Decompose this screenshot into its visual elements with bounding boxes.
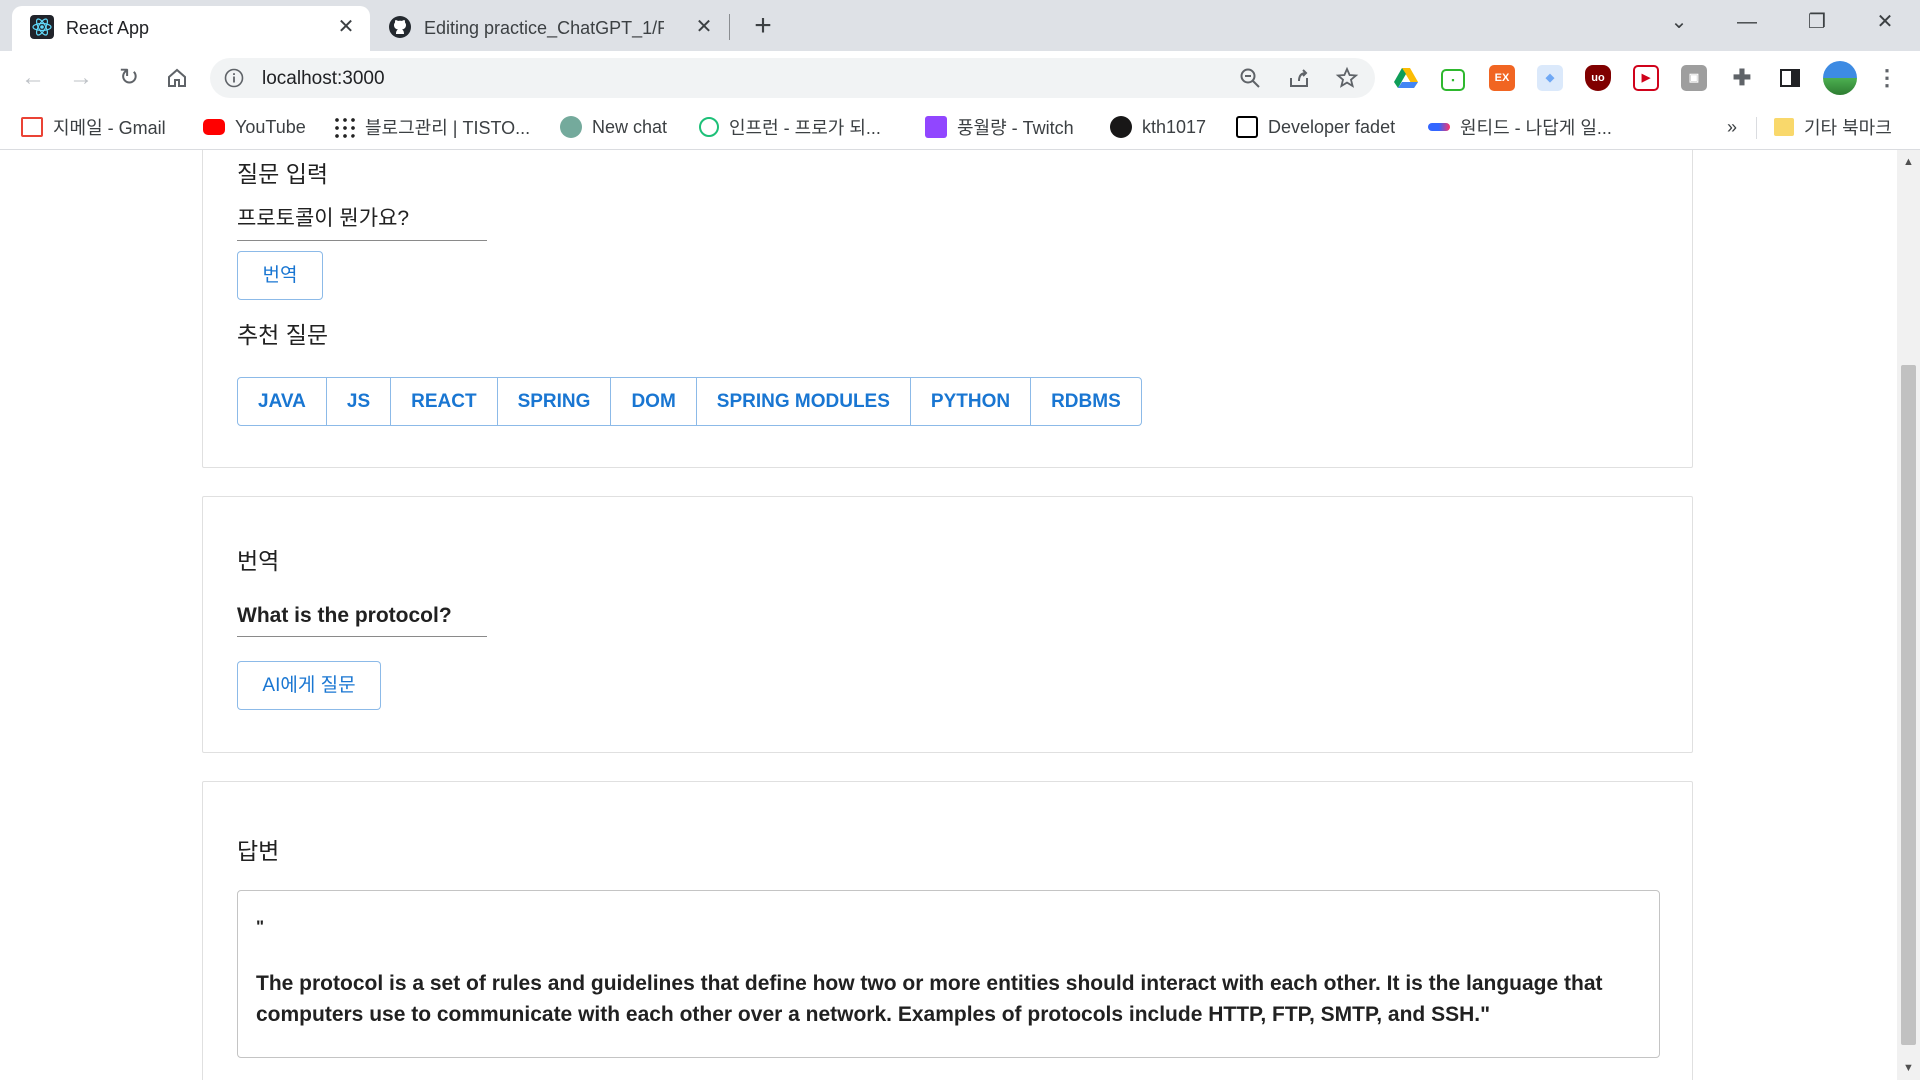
- address-bar[interactable]: localhost:3000: [210, 58, 1375, 98]
- minimize-button[interactable]: —: [1722, 6, 1772, 38]
- tab-search-icon[interactable]: ⌄: [1654, 6, 1704, 38]
- folder-icon: [1774, 118, 1794, 136]
- recommend-spring-button[interactable]: SPRING: [498, 378, 612, 425]
- tab-title: React App: [66, 18, 150, 38]
- translation-output[interactable]: What is the protocol?: [237, 604, 487, 637]
- bookmarks-divider: [1756, 117, 1757, 139]
- bookmarks-overflow-button[interactable]: »: [1727, 113, 1737, 141]
- tab-github-editing[interactable]: Editing practice_ChatGPT_1/READM ✕: [376, 6, 728, 51]
- tab-close-icon[interactable]: ✕: [692, 15, 716, 39]
- bookmark-new-chat[interactable]: New chat: [560, 113, 667, 141]
- recommend-python-button[interactable]: PYTHON: [911, 378, 1032, 425]
- home-button[interactable]: [160, 61, 194, 95]
- answer-text: The protocol is a set of rules and guide…: [256, 972, 1603, 1026]
- bookmark-twitch[interactable]: 풍월량 - Twitch: [925, 113, 1074, 141]
- close-window-button[interactable]: ✕: [1860, 6, 1910, 38]
- bookmark-inflearn[interactable]: 인프런 - 프로가 되...: [699, 113, 881, 141]
- twitch-icon: [925, 116, 947, 138]
- shield-extension-icon[interactable]: ◆: [1537, 65, 1563, 91]
- extension-red-play-icon[interactable]: ▶: [1633, 65, 1659, 91]
- question-input[interactable]: 프로토콜이 뭔가요?: [237, 202, 487, 241]
- bookmark-github[interactable]: kth1017: [1110, 113, 1206, 141]
- profile-avatar[interactable]: [1823, 61, 1857, 95]
- recommend-dom-button[interactable]: DOM: [611, 378, 697, 425]
- answer-output[interactable]: " The protocol is a set of rules and gui…: [237, 890, 1660, 1058]
- github-icon: [389, 16, 411, 38]
- answer-card: 답변 " The protocol is a set of rules and …: [202, 781, 1693, 1080]
- home-icon: [168, 68, 186, 87]
- extension-grey-icon[interactable]: ▣: [1681, 65, 1707, 91]
- recommend-button-group: JAVA JS REACT SPRING DOM SPRING MODULES …: [237, 377, 1142, 426]
- side-panel-icon[interactable]: [1777, 65, 1803, 91]
- tab-strip: React App ✕ Editing practice_ChatGPT_1/R…: [0, 0, 1920, 51]
- recommend-js-button[interactable]: JS: [327, 378, 392, 425]
- bookmarks-bar: 지메일 - Gmail YouTube 블로그관리 | TISTO... New…: [0, 105, 1920, 150]
- recommend-rdbms-button[interactable]: RDBMS: [1031, 378, 1141, 425]
- recommend-react-button[interactable]: REACT: [391, 378, 498, 425]
- restore-button[interactable]: ❐: [1792, 6, 1842, 38]
- ublock-icon[interactable]: uo: [1585, 65, 1611, 91]
- bookmark-tistory[interactable]: 블로그관리 | TISTO...: [333, 113, 530, 141]
- page-viewport: 질문 입력 프로토콜이 뭔가요? 번역 추천 질문 JAVA JS REACT …: [0, 150, 1897, 1080]
- reload-button[interactable]: ↻: [112, 61, 146, 95]
- new-tab-button[interactable]: +: [746, 10, 780, 44]
- answer-quote-mark: ": [256, 917, 265, 936]
- translation-card: 번역 What is the protocol? AI에게 질문: [202, 496, 1693, 753]
- react-icon: [30, 15, 54, 39]
- extension-green-icon[interactable]: ▪: [1441, 69, 1465, 91]
- wanted-icon: [1428, 123, 1450, 131]
- translate-button[interactable]: 번역: [237, 251, 323, 300]
- scroll-thumb[interactable]: [1901, 365, 1916, 1045]
- recommend-label: 추천 질문: [237, 322, 329, 348]
- page-scrollbar[interactable]: ▲ ▼: [1897, 150, 1920, 1080]
- notion-icon: [1236, 116, 1258, 138]
- scroll-up-arrow-icon[interactable]: ▲: [1897, 152, 1920, 172]
- answer-label: 답변: [237, 838, 280, 864]
- ask-ai-button[interactable]: AI에게 질문: [237, 661, 381, 710]
- tistory-icon: [333, 116, 355, 138]
- gmail-icon: [21, 117, 43, 137]
- bookmark-youtube[interactable]: YouTube: [203, 113, 306, 141]
- forward-button[interactable]: →: [64, 61, 98, 95]
- question-label: 질문 입력: [237, 161, 329, 187]
- question-card: 질문 입력 프로토콜이 뭔가요? 번역 추천 질문 JAVA JS REACT …: [202, 150, 1693, 468]
- menu-kebab-icon[interactable]: ⋮: [1874, 65, 1900, 91]
- recommend-java-button[interactable]: JAVA: [238, 378, 327, 425]
- tab-title: Editing practice_ChatGPT_1/READM: [424, 18, 664, 38]
- youtube-icon: [203, 119, 225, 135]
- bookmark-gmail[interactable]: 지메일 - Gmail: [21, 113, 166, 141]
- bookmark-notion[interactable]: Developer fadet: [1236, 113, 1395, 141]
- github-icon: [1110, 116, 1132, 138]
- extension-ex-icon[interactable]: EX: [1489, 65, 1515, 91]
- bookmark-wanted[interactable]: 원티드 - 나답게 일...: [1428, 113, 1612, 141]
- extensions-puzzle-icon[interactable]: ✚: [1729, 65, 1755, 91]
- tab-react-app[interactable]: React App ✕: [12, 6, 370, 51]
- bookmark-star-icon[interactable]: [1335, 66, 1359, 90]
- tab-close-icon[interactable]: ✕: [334, 15, 358, 39]
- tab-separator: [729, 14, 730, 40]
- zoom-icon[interactable]: [1238, 66, 1262, 90]
- translation-label: 번역: [237, 548, 280, 574]
- url-text[interactable]: localhost:3000: [262, 68, 385, 90]
- google-drive-icon[interactable]: [1393, 65, 1419, 91]
- bookmark-other-folder[interactable]: 기타 북마크: [1774, 113, 1892, 141]
- scroll-down-arrow-icon[interactable]: ▼: [1897, 1058, 1920, 1078]
- back-button[interactable]: ←: [16, 61, 50, 95]
- openai-icon: [560, 116, 582, 138]
- info-icon[interactable]: [224, 68, 244, 88]
- share-icon[interactable]: [1287, 66, 1311, 90]
- recommend-spring-modules-button[interactable]: SPRING MODULES: [697, 378, 911, 425]
- browser-toolbar: ← → ↻ localhost:3000 ▪ EX ◆ uo ▶ ▣ ✚ ⋮: [0, 51, 1920, 105]
- inflearn-icon: [699, 117, 719, 137]
